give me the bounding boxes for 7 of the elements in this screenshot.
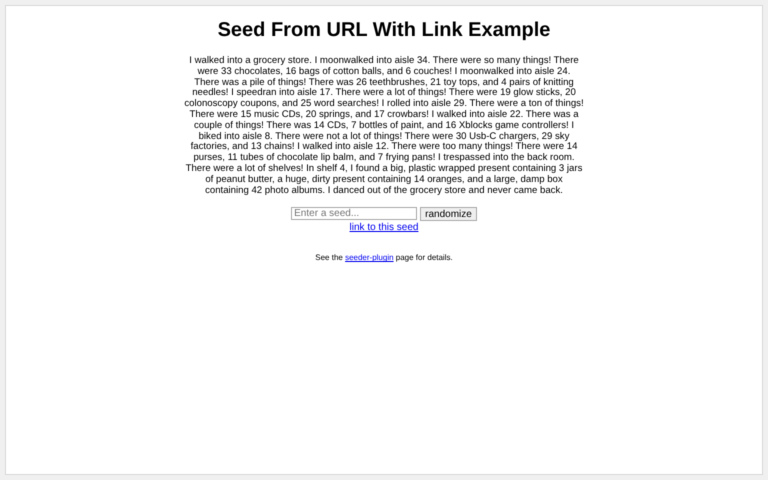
seed-input-field[interactable]: Enter a seed... (291, 207, 418, 220)
seed-link[interactable]: link to this seed (350, 222, 418, 234)
details-note: See the seeder-plugin page for details. (314, 253, 454, 262)
page-title: Seed From URL With Link Example (216, 19, 552, 42)
story-paragraph: I walked into a grocery store. I moonwalked into aisle 34. There were so many things! There were 33 chocolates, 16 bags of cotton balls, and 6 couches! I moonwalked into aisle 24. There was a pile of things! There was 26 teethbrushes, 21 toy tops, and 4 pairs of knitting needles! I speedran into aisle 17. There were a lot of things! There were 19 glow sticks, 20 colonoscopy coupons, and 25 word searches! I rolled into aisle 29. There were a ton of things! There were 15 music CDs, 20 springs, and 17 crowbars! I walked into aisle 22. There was a couple of things! There was 14 CDs, 7 bottles of paint, and 16 Xblocks game controllers! I biked into aisle 8. There were not a lot of things! There were 30 Usb-C chargers, 29 sky factories, and 13 chains! I walked into aisle 12. There were too many things! There were 14 purses, 11 tubes of chocolate lip balm, and 7 frying pans! I trespassed into the back room. There were a lot of shelves! In shelf 4, I found a big, plastic wrapped present containing 3 jars of peanut butter, a huge, dirty present containing 14 oranges, and a large, damp box containing 42 photo albums. I danced out of the grocery store and never came back. (184, 56, 584, 196)
plugin-link[interactable]: seeder-plugin (345, 253, 394, 262)
randomize-button[interactable]: randomize (420, 207, 477, 222)
